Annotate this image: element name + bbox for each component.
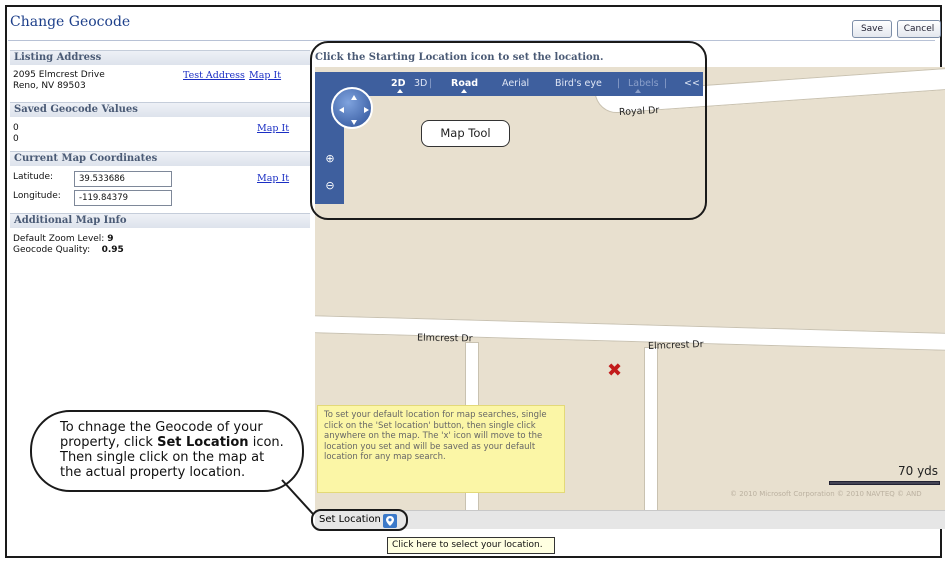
zoom-level-value: 9 <box>107 234 114 244</box>
pin-icon <box>386 516 394 526</box>
cancel-button[interactable]: Cancel <box>897 20 941 38</box>
latitude-field[interactable]: 39.533686 <box>74 171 172 187</box>
set-location-tooltip: Click here to select your location. <box>387 537 555 554</box>
listing-map-it-link[interactable]: Map It <box>249 70 281 81</box>
street-elmcrest <box>315 315 945 351</box>
listing-address-heading: Listing Address <box>10 50 310 65</box>
geocode-quality-value: 0.95 <box>101 245 124 255</box>
map-tool-callout: Map Tool <box>421 120 510 147</box>
geocode-quality-row: Geocode Quality: 0.95 <box>13 245 124 255</box>
zoom-level-row: Default Zoom Level: 9 <box>13 234 113 244</box>
page-title: Change Geocode <box>10 14 131 30</box>
instruction-tip: To set your default location for map sea… <box>317 405 565 493</box>
address-line1: 2095 Elmcrest Drive <box>13 70 105 80</box>
set-location-icon[interactable] <box>383 514 397 528</box>
street-label-elmcrest-left: Elmcrest Dr <box>416 332 473 345</box>
saved-map-it-link[interactable]: Map It <box>257 123 289 134</box>
longitude-field[interactable]: -119.84379 <box>74 190 172 206</box>
coords-map-it-link[interactable]: Map It <box>257 173 289 184</box>
test-address-link[interactable]: Test Address <box>183 70 245 81</box>
map-scale-label: 70 yds <box>898 464 939 478</box>
saved-value-1: 0 <box>13 123 19 133</box>
help-callout-pointer <box>281 479 314 515</box>
zoom-level-label: Default Zoom Level: <box>13 234 105 244</box>
set-location-label: Set Location <box>319 514 381 525</box>
longitude-label: Longitude: <box>13 191 61 201</box>
map-scale-bar <box>829 481 940 485</box>
location-marker-icon: ✖ <box>607 360 623 381</box>
help-callout: To chnage the Geocode of your property, … <box>30 410 304 492</box>
saved-value-2: 0 <box>13 134 19 144</box>
street-vertical-right <box>644 347 658 510</box>
additional-info-heading: Additional Map Info <box>10 213 310 228</box>
address-line2: Reno, NV 89503 <box>13 81 86 91</box>
current-coords-heading: Current Map Coordinates <box>10 151 310 166</box>
street-label-elmcrest-right: Elmcrest Dr <box>647 339 704 352</box>
saved-geocode-heading: Saved Geocode Values <box>10 102 310 117</box>
latitude-label: Latitude: <box>13 172 54 182</box>
map-bottom-bar <box>315 510 945 529</box>
map-copyright: © 2010 Microsoft Corporation © 2010 NAVT… <box>730 490 922 498</box>
help-callout-bold: Set Location <box>157 435 249 450</box>
geocode-quality-label: Geocode Quality: <box>13 245 91 255</box>
save-button[interactable]: Save <box>852 20 892 38</box>
